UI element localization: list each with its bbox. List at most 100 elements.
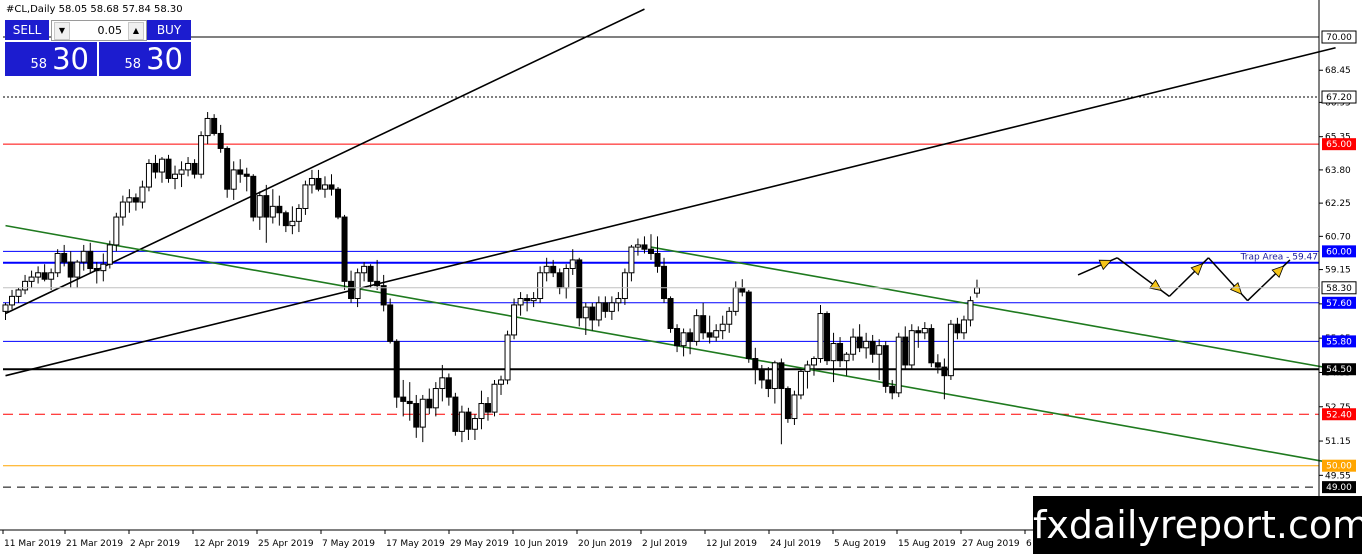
time-tick-label: 7 May 2019 <box>322 539 375 549</box>
projection-arrow <box>1098 259 1113 271</box>
time-tick-label: 17 May 2019 <box>386 539 445 549</box>
time-tick-label: 21 Mar 2019 <box>66 539 123 549</box>
candle-body <box>687 332 694 342</box>
candle-body <box>543 265 550 274</box>
symbol-header: #CL,Daily 58.05 58.68 57.84 58.30 <box>6 4 183 15</box>
candle-body <box>641 244 648 250</box>
candle-body <box>680 332 687 347</box>
candle-body <box>172 173 179 179</box>
candle-body <box>765 379 772 390</box>
sell-button[interactable]: SELL <box>5 20 49 40</box>
candle-body <box>758 368 765 381</box>
candle-body <box>517 298 524 306</box>
candle-body <box>282 212 289 227</box>
candle-body <box>61 252 68 263</box>
candle-body <box>608 302 615 312</box>
lot-decrease-icon[interactable]: ▼ <box>54 22 70 40</box>
price-tag-label: 49.00 <box>1326 483 1352 493</box>
candle-body <box>54 252 61 274</box>
buy-button[interactable]: BUY <box>147 20 191 40</box>
time-tick-label: 5 Aug 2019 <box>834 539 886 549</box>
buy-price-small: 58 <box>124 57 141 72</box>
candle-body <box>615 298 622 304</box>
candle-body <box>315 177 322 190</box>
time-tick-label: 12 Apr 2019 <box>194 539 250 549</box>
candle-body <box>113 216 120 246</box>
time-tick-label: 2 Apr 2019 <box>130 539 180 549</box>
candle-body <box>93 268 100 272</box>
candle-body <box>563 268 570 289</box>
candle-body <box>576 259 583 319</box>
price-tick-label: 60.70 <box>1325 232 1351 242</box>
lot-increase-icon[interactable]: ▲ <box>128 22 144 40</box>
candle-body <box>269 205 276 218</box>
candle-body <box>719 323 726 332</box>
candle-body <box>465 411 472 430</box>
candle-body <box>830 343 837 362</box>
candlesticks <box>2 112 980 445</box>
candle-body <box>876 345 883 355</box>
candle-body <box>771 362 778 390</box>
candle-body <box>80 250 87 263</box>
sell-price-box[interactable]: 58 30 <box>5 42 97 76</box>
candle-body <box>602 302 609 312</box>
time-tick-label: 24 Jul 2019 <box>770 539 821 549</box>
candle-body <box>595 302 602 321</box>
candle-body <box>654 252 661 267</box>
candle-body <box>198 135 205 175</box>
time-tick-label: 11 Mar 2019 <box>4 539 61 549</box>
candle-body <box>295 207 302 222</box>
trendline <box>5 224 1336 465</box>
time-tick-label: 25 Apr 2019 <box>258 539 314 549</box>
price-tick-label: 63.80 <box>1325 166 1351 176</box>
candle-body <box>674 328 681 347</box>
candle-body <box>550 265 557 274</box>
candle-body <box>589 306 596 321</box>
price-tick-label: 51.15 <box>1325 437 1351 447</box>
price-tag-label: 67.20 <box>1326 93 1352 103</box>
candle-body <box>302 184 309 209</box>
candle-body <box>908 330 915 366</box>
candle-body <box>484 403 491 413</box>
candle-body <box>863 340 870 349</box>
candle-body <box>276 205 283 214</box>
candle-body <box>778 362 785 390</box>
watermark-logo: fxdailyreport.com <box>1033 496 1362 554</box>
trendlines <box>5 8 1336 465</box>
candle-body <box>511 304 518 336</box>
lot-size-input[interactable]: 0.05 <box>72 21 123 40</box>
candle-body <box>661 265 668 300</box>
time-tick-label: 15 Aug 2019 <box>898 539 956 549</box>
sell-price-big: 30 <box>52 42 89 76</box>
candle-body <box>348 280 355 300</box>
candle-body <box>380 285 387 306</box>
candle-body <box>289 220 296 227</box>
candle-body <box>74 261 81 278</box>
trendline <box>650 246 1336 371</box>
candle-body <box>119 201 126 218</box>
candle-body <box>204 117 211 137</box>
price-tag-label: 55.80 <box>1326 337 1352 347</box>
time-tick-label: 27 Aug 2019 <box>962 539 1020 549</box>
candle-body <box>478 403 485 420</box>
candle-body <box>837 343 844 362</box>
candle-body <box>28 276 35 282</box>
price-tick-label: 68.45 <box>1325 66 1351 76</box>
candle-body <box>504 334 511 381</box>
candle-body <box>393 340 400 398</box>
candle-body <box>328 184 335 190</box>
buy-price-box[interactable]: 58 30 <box>99 42 191 76</box>
lot-size-field[interactable]: ▼ 0.05 ▲ <box>51 20 147 41</box>
candle-body <box>439 377 446 390</box>
candle-body <box>22 280 29 291</box>
candle-body <box>902 336 909 366</box>
candle-body <box>726 310 733 325</box>
price-tag-label: 65.00 <box>1326 140 1352 150</box>
candle-body <box>321 184 328 190</box>
candle-body <box>700 315 707 334</box>
one-click-trading-panel: SELL ▼ 0.05 ▲ BUY 58 30 58 30 <box>5 20 191 76</box>
candle-body <box>810 358 817 366</box>
candle-body <box>211 117 218 134</box>
candle-body <box>452 396 459 432</box>
candle-body <box>882 345 889 387</box>
